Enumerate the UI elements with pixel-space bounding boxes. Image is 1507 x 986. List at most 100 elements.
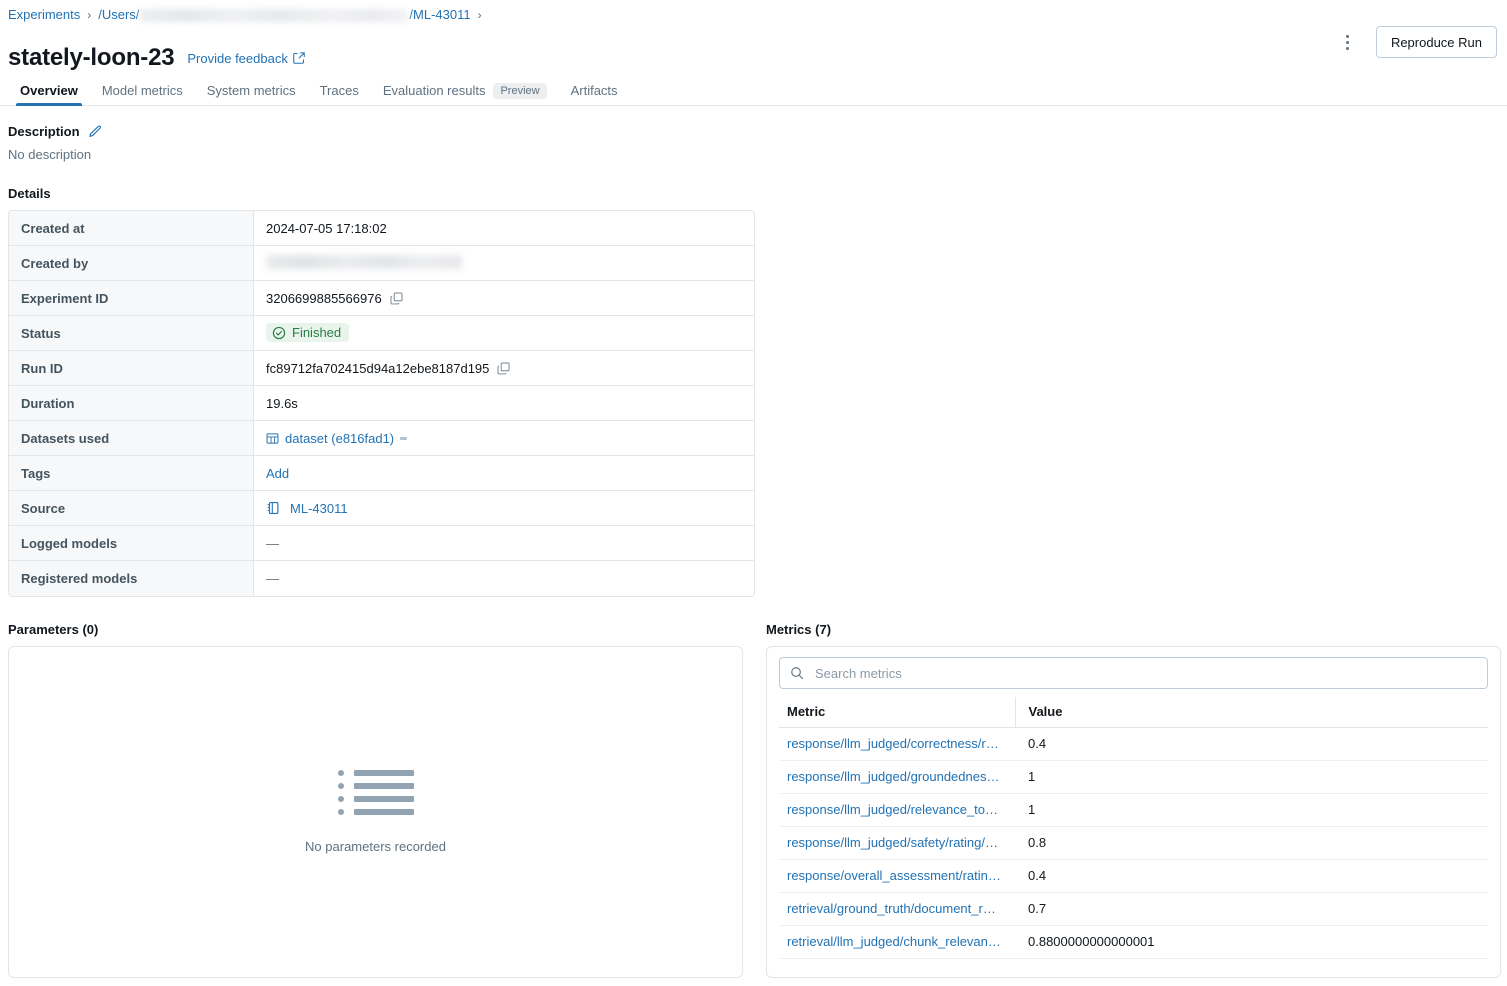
metrics-table: Metric Value response/llm_judged/correct… bbox=[779, 697, 1488, 959]
tab-bar: Overview Model metrics System metrics Tr… bbox=[0, 76, 1507, 106]
source-link[interactable]: ML-43011 bbox=[290, 501, 348, 516]
breadcrumb-item-user-path[interactable]: /Users/ /ML-43011 bbox=[98, 6, 470, 24]
notebook-icon bbox=[266, 501, 280, 515]
table-icon bbox=[266, 432, 279, 445]
table-row: Datasets used dataset (e816fad1) bbox=[9, 421, 754, 456]
preview-badge: Preview bbox=[493, 83, 546, 99]
metric-name-link[interactable]: response/llm_judged/relevance_to… bbox=[779, 793, 1015, 826]
description-heading: Description bbox=[8, 124, 80, 139]
tab-artifacts-label: Artifacts bbox=[571, 83, 618, 98]
details-label-duration: Duration bbox=[9, 386, 254, 421]
tab-model-metrics[interactable]: Model metrics bbox=[90, 76, 195, 105]
bulleted-list-icon bbox=[338, 770, 414, 815]
breadcrumb-item-ml-43011: /ML-43011 bbox=[409, 6, 470, 24]
table-row: Created at 2024-07-05 17:18:02 bbox=[9, 211, 754, 246]
metric-name-link[interactable]: response/llm_judged/safety/rating/… bbox=[779, 826, 1015, 859]
parameters-empty-text: No parameters recorded bbox=[305, 839, 446, 854]
metric-value: 1 bbox=[1015, 793, 1488, 826]
top-actions: Reproduce Run bbox=[1334, 26, 1497, 58]
metrics-column-header-metric[interactable]: Metric bbox=[779, 697, 1015, 727]
page-title: stately-loon-23 bbox=[8, 44, 174, 72]
add-tag-link[interactable]: Add bbox=[266, 466, 289, 481]
metric-name-link[interactable]: retrieval/llm_judged/chunk_relevan… bbox=[779, 925, 1015, 958]
table-row: Tags Add bbox=[9, 456, 754, 491]
tab-artifacts[interactable]: Artifacts bbox=[559, 76, 630, 105]
description-body: No description bbox=[8, 147, 102, 162]
table-row: response/llm_judged/groundednes… 1 bbox=[779, 760, 1488, 793]
search-input[interactable] bbox=[813, 658, 1477, 688]
details-heading: Details bbox=[8, 186, 51, 201]
details-value-source: ML-43011 bbox=[254, 491, 754, 526]
details-value-tags: Add bbox=[254, 456, 754, 491]
table-row: Run ID fc89712fa702415d94a12ebe8187d195 bbox=[9, 351, 754, 386]
details-value-logged-models: — bbox=[254, 526, 754, 561]
details-value-status: Finished bbox=[254, 316, 754, 351]
reproduce-run-button[interactable]: Reproduce Run bbox=[1376, 26, 1497, 58]
tab-overview-label: Overview bbox=[20, 83, 78, 98]
table-row: response/overall_assessment/ratin… 0.4 bbox=[779, 859, 1488, 892]
redacted-user-email bbox=[266, 255, 462, 269]
copy-icon[interactable] bbox=[390, 292, 403, 305]
metric-value: 0.8 bbox=[1015, 826, 1488, 859]
breadcrumb-item-experiments[interactable]: Experiments bbox=[8, 6, 80, 24]
table-row: Created by bbox=[9, 246, 754, 281]
run-id-text: fc89712fa702415d94a12ebe8187d195 bbox=[266, 361, 489, 376]
details-value-datasets-used: dataset (e816fad1) bbox=[254, 421, 754, 456]
check-circle-icon bbox=[272, 326, 286, 340]
metric-name-link[interactable]: response/llm_judged/groundednes… bbox=[779, 760, 1015, 793]
tab-system-metrics-label: System metrics bbox=[207, 83, 296, 98]
description-heading-row: Description bbox=[8, 124, 102, 139]
overflow-menu-icon[interactable] bbox=[1334, 27, 1362, 57]
table-row: Status Finished bbox=[9, 316, 754, 351]
search-icon bbox=[790, 666, 804, 680]
tab-traces-label: Traces bbox=[320, 83, 359, 98]
dataset-status-dot bbox=[400, 437, 407, 440]
metric-name-link[interactable]: response/overall_assessment/ratin… bbox=[779, 859, 1015, 892]
provide-feedback-link[interactable]: Provide feedback bbox=[187, 51, 304, 66]
table-row: Experiment ID 3206699885566976 bbox=[9, 281, 754, 316]
table-row: retrieval/ground_truth/document_r… 0.7 bbox=[779, 892, 1488, 925]
metric-value: 0.4 bbox=[1015, 727, 1488, 760]
details-label-experiment-id: Experiment ID bbox=[9, 281, 254, 316]
status-badge: Finished bbox=[266, 323, 349, 342]
details-table: Created at 2024-07-05 17:18:02 Created b… bbox=[8, 210, 755, 597]
details-value-registered-models: — bbox=[254, 561, 754, 596]
table-row: Logged models — bbox=[9, 526, 754, 561]
parameters-panel: No parameters recorded bbox=[8, 646, 743, 978]
metrics-header-row: Metric Value bbox=[779, 697, 1488, 727]
metric-value: 0.4 bbox=[1015, 859, 1488, 892]
breadcrumb: Experiments › /Users//ML-43011 › bbox=[8, 6, 482, 24]
tab-overview[interactable]: Overview bbox=[8, 76, 90, 105]
tab-model-metrics-label: Model metrics bbox=[102, 83, 183, 98]
details-label-run-id: Run ID bbox=[9, 351, 254, 386]
details-label-created-at: Created at bbox=[9, 211, 254, 246]
metrics-heading: Metrics (7) bbox=[766, 622, 831, 637]
external-link-icon bbox=[293, 52, 305, 64]
breadcrumb-user-prefix: /Users/ bbox=[98, 6, 139, 24]
copy-icon[interactable] bbox=[497, 362, 510, 375]
table-row: Registered models — bbox=[9, 561, 754, 596]
metrics-search-wrapper[interactable] bbox=[779, 657, 1488, 689]
dataset-link[interactable]: dataset (e816fad1) bbox=[285, 431, 394, 446]
details-label-source: Source bbox=[9, 491, 254, 526]
details-label-registered-models: Registered models bbox=[9, 561, 254, 596]
table-row: response/llm_judged/safety/rating/… 0.8 bbox=[779, 826, 1488, 859]
pencil-edit-icon[interactable] bbox=[88, 125, 102, 139]
details-value-run-id: fc89712fa702415d94a12ebe8187d195 bbox=[254, 351, 754, 386]
details-value-created-at: 2024-07-05 17:18:02 bbox=[254, 211, 754, 246]
metric-value: 0.8800000000000001 bbox=[1015, 925, 1488, 958]
metric-value: 0.7 bbox=[1015, 892, 1488, 925]
details-label-datasets-used: Datasets used bbox=[9, 421, 254, 456]
metric-name-link[interactable]: response/llm_judged/correctness/r… bbox=[779, 727, 1015, 760]
parameters-heading: Parameters (0) bbox=[8, 622, 98, 637]
provide-feedback-label: Provide feedback bbox=[187, 51, 287, 66]
metrics-column-header-value[interactable]: Value bbox=[1015, 697, 1488, 727]
details-label-logged-models: Logged models bbox=[9, 526, 254, 561]
metric-name-link[interactable]: retrieval/ground_truth/document_r… bbox=[779, 892, 1015, 925]
tab-traces[interactable]: Traces bbox=[308, 76, 371, 105]
breadcrumb-separator-icon: › bbox=[87, 6, 91, 24]
tab-evaluation-results[interactable]: Evaluation results Preview bbox=[371, 76, 559, 105]
tab-system-metrics[interactable]: System metrics bbox=[195, 76, 308, 105]
table-row: response/llm_judged/relevance_to… 1 bbox=[779, 793, 1488, 826]
table-row: Duration 19.6s bbox=[9, 386, 754, 421]
